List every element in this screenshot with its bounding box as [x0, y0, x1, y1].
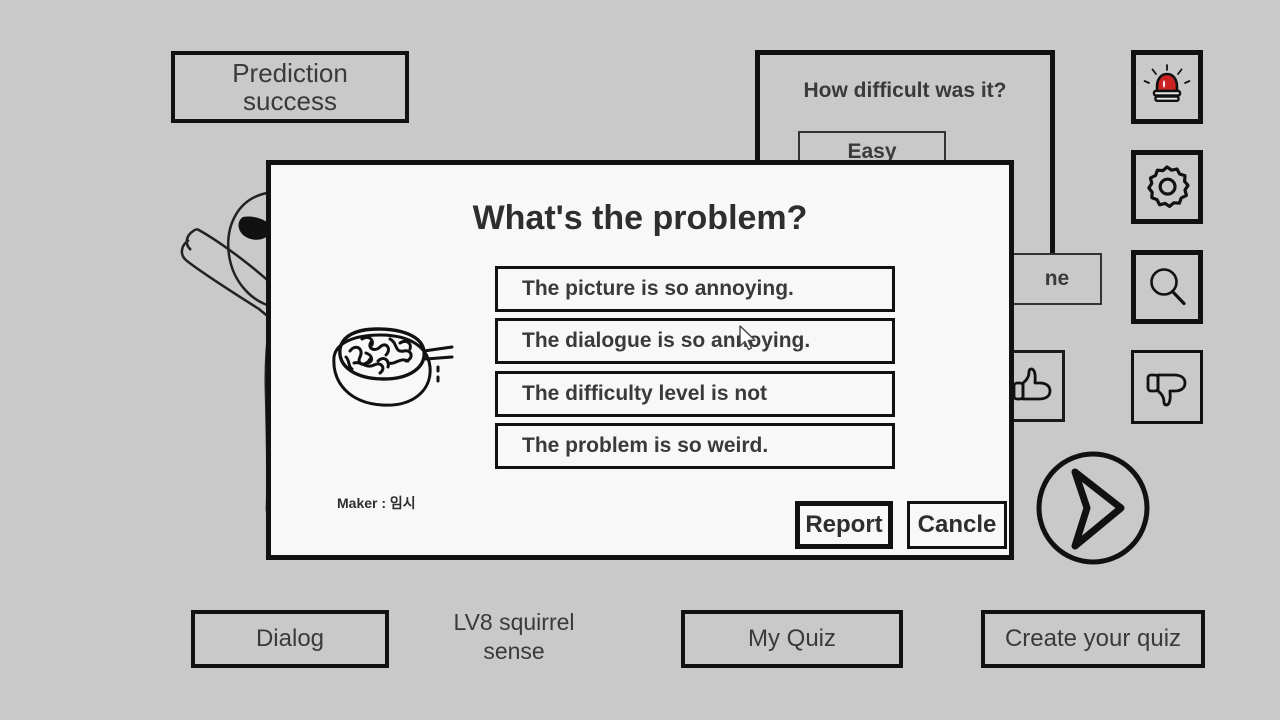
prediction-success-label: Prediction success	[226, 59, 354, 115]
search-icon-button[interactable]	[1131, 250, 1203, 324]
difficulty-panel-title: How difficult was it?	[803, 79, 1007, 102]
my-quiz-button[interactable]: My Quiz	[681, 610, 903, 668]
thumbs-down-icon-button[interactable]	[1131, 350, 1203, 424]
mouse-cursor	[739, 325, 756, 351]
report-option-2[interactable]: The difficulty level is not	[495, 371, 895, 417]
app-root: Prediction success How difficult was it?…	[0, 0, 1280, 720]
cancel-button[interactable]: Cancle	[907, 501, 1007, 549]
report-option-3[interactable]: The problem is so weird.	[495, 423, 895, 469]
difficulty-option-partially-hidden[interactable]: ne	[1012, 253, 1102, 305]
level-label: LV8 squirrel sense	[420, 608, 608, 667]
dialog-button[interactable]: Dialog	[191, 610, 389, 668]
siren-icon	[1143, 64, 1191, 102]
report-option-1[interactable]: The dialogue is so annoying.	[495, 318, 895, 364]
modal-title: What's the problem?	[472, 199, 808, 237]
thumb-down-icon	[1146, 373, 1187, 407]
prediction-line-2: success	[243, 86, 337, 116]
maker-label: Maker : 임시	[337, 495, 416, 511]
create-your-quiz-button[interactable]: Create your quiz	[981, 610, 1205, 668]
magnifier-icon	[1150, 268, 1186, 306]
prediction-success-button[interactable]: Prediction success	[171, 51, 409, 123]
report-button[interactable]: Report	[795, 501, 893, 549]
next-arrow-button[interactable]	[1035, 450, 1151, 566]
gear-icon-button[interactable]	[1131, 150, 1203, 224]
report-option-0[interactable]: The picture is so annoying.	[495, 266, 895, 312]
report-problem-modal: What's the problem? The picture is so an…	[266, 160, 1014, 560]
prediction-line-1: Prediction	[232, 57, 348, 88]
level-label-line-2: sense	[483, 638, 545, 665]
thumb-up-icon	[1012, 367, 1052, 401]
level-label-line-1: LV8 squirrel	[453, 609, 575, 635]
alarm-icon-button[interactable]	[1131, 50, 1203, 124]
noodle-bowl-doodle	[332, 327, 454, 407]
gear-icon	[1147, 165, 1190, 208]
